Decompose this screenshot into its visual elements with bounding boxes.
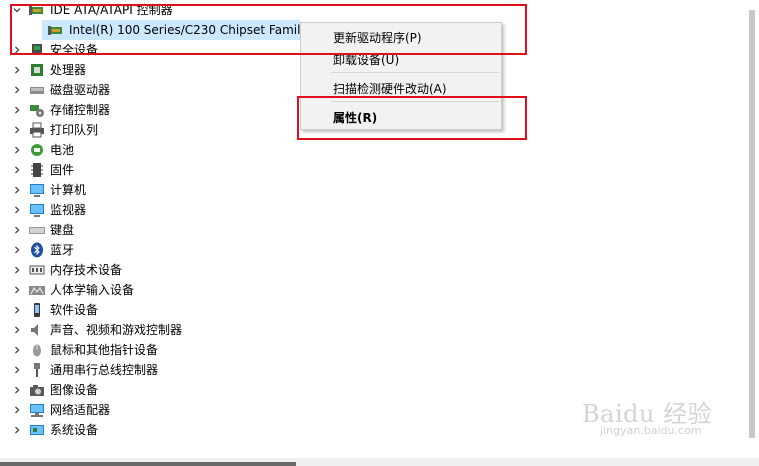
- chevron-right-icon[interactable]: [10, 160, 24, 180]
- tree-item-label: 网络适配器: [50, 403, 111, 417]
- chevron-down-icon[interactable]: [10, 0, 24, 20]
- tree-item-label: 人体学输入设备: [50, 283, 135, 297]
- tree-item-label: 软件设备: [50, 303, 99, 317]
- chevron-right-icon[interactable]: [10, 300, 24, 320]
- tree-item-label: IDE ATA/ATAPI 控制器: [50, 3, 173, 17]
- ide-controller-icon: [29, 2, 45, 18]
- horizontal-scrollbar[interactable]: [0, 458, 759, 466]
- usb-icon: [29, 362, 45, 378]
- disk-drive-icon: [29, 82, 45, 98]
- menu-separator: [331, 72, 499, 73]
- camera-icon: [29, 382, 45, 398]
- chevron-right-icon[interactable]: [10, 320, 24, 340]
- bluetooth-icon: [29, 242, 45, 258]
- security-device-icon: [29, 42, 45, 58]
- tree-item-label: 监视器: [50, 203, 87, 217]
- tree-item-label: 图像设备: [50, 383, 99, 397]
- menu-separator: [331, 101, 499, 102]
- tree-item-label: 系统设备: [50, 423, 99, 437]
- chevron-right-icon[interactable]: [10, 220, 24, 240]
- printer-icon: [29, 122, 45, 138]
- chevron-right-icon[interactable]: [10, 340, 24, 360]
- tree-item-label: 鼠标和其他指针设备: [50, 343, 159, 357]
- tree-item-batteries[interactable]: 电池: [0, 140, 740, 160]
- firmware-icon: [29, 162, 45, 178]
- menu-item-update-driver[interactable]: 更新驱动程序(P): [333, 29, 422, 46]
- software-device-icon: [29, 302, 45, 318]
- hid-icon: [29, 282, 45, 298]
- tree-item-label: Intel(R) 100 Series/C230 Chipset Family: [69, 23, 308, 37]
- tree-item-monitors[interactable]: 监视器: [0, 200, 740, 220]
- chevron-right-icon[interactable]: [10, 140, 24, 160]
- battery-icon: [29, 142, 45, 158]
- chevron-right-icon[interactable]: [10, 80, 24, 100]
- tree-item-keyboards[interactable]: 键盘: [0, 220, 740, 240]
- tree-item-sound-video-game[interactable]: 声音、视频和游戏控制器: [0, 320, 740, 340]
- tree-item-label: 电池: [50, 143, 75, 157]
- scrollbar-thumb[interactable]: [749, 10, 755, 438]
- tree-item-label: 存储控制器: [50, 103, 111, 117]
- storage-controller-icon: [29, 102, 45, 118]
- tree-item-label: 通用串行总线控制器: [50, 363, 159, 377]
- vertical-scrollbar[interactable]: [745, 0, 759, 442]
- menu-item-scan-hardware[interactable]: 扫描检测硬件改动(A): [333, 80, 447, 97]
- tree-item-intel-chipset[interactable]: Intel(R) 100 Series/C230 Chipset Family: [42, 20, 308, 40]
- tree-item-software-devices[interactable]: 软件设备: [0, 300, 740, 320]
- chevron-right-icon[interactable]: [10, 420, 24, 440]
- tree-item-mice[interactable]: 鼠标和其他指针设备: [0, 340, 740, 360]
- tree-item-label: 计算机: [50, 183, 87, 197]
- chevron-right-icon[interactable]: [10, 40, 24, 60]
- chevron-right-icon[interactable]: [10, 200, 24, 220]
- tree-item-label: 键盘: [50, 223, 75, 237]
- tree-item-bluetooth[interactable]: 蓝牙: [0, 240, 740, 260]
- menu-item-properties[interactable]: 属性(R): [333, 109, 377, 126]
- chevron-right-icon[interactable]: [10, 260, 24, 280]
- tree-item-label: 处理器: [50, 63, 87, 77]
- tree-item-firmware[interactable]: 固件: [0, 160, 740, 180]
- network-adapter-icon: [29, 402, 45, 418]
- tree-item-hid[interactable]: 人体学输入设备: [0, 280, 740, 300]
- mouse-icon: [29, 342, 45, 358]
- chevron-right-icon[interactable]: [10, 60, 24, 80]
- watermark-url: jingyan.baidu.com: [600, 424, 702, 437]
- chevron-right-icon[interactable]: [10, 380, 24, 400]
- chevron-right-icon[interactable]: [10, 400, 24, 420]
- tree-item-ide-ata-atapi[interactable]: IDE ATA/ATAPI 控制器: [0, 0, 740, 20]
- chevron-right-icon[interactable]: [10, 180, 24, 200]
- tree-item-computer[interactable]: 计算机: [0, 180, 740, 200]
- keyboard-icon: [29, 222, 45, 238]
- tree-item-label: 内存技术设备: [50, 263, 123, 277]
- sound-icon: [29, 322, 45, 338]
- chevron-right-icon[interactable]: [10, 120, 24, 140]
- chevron-right-icon[interactable]: [10, 360, 24, 380]
- memory-icon: [29, 262, 45, 278]
- chevron-right-icon[interactable]: [10, 240, 24, 260]
- chip-icon: [48, 22, 64, 38]
- system-device-icon: [29, 422, 45, 438]
- processor-icon: [29, 62, 45, 78]
- monitor-icon: [29, 202, 45, 218]
- computer-icon: [29, 182, 45, 198]
- menu-item-uninstall-device[interactable]: 卸载设备(U): [333, 51, 399, 68]
- tree-item-label: 固件: [50, 163, 75, 177]
- tree-item-memory-tech[interactable]: 内存技术设备: [0, 260, 740, 280]
- tree-item-label: 磁盘驱动器: [50, 83, 111, 97]
- horizontal-scrollbar-thumb[interactable]: [0, 462, 296, 466]
- chevron-right-icon[interactable]: [10, 100, 24, 120]
- tree-item-label: 安全设备: [50, 43, 99, 57]
- context-menu: 更新驱动程序(P) 卸载设备(U) 扫描检测硬件改动(A) 属性(R): [300, 22, 502, 130]
- tree-item-label: 声音、视频和游戏控制器: [50, 323, 183, 337]
- tree-item-label: 打印队列: [50, 123, 99, 137]
- tree-item-label: 蓝牙: [50, 243, 75, 257]
- watermark: Baidu 经验 jingyan.baidu.com: [582, 394, 712, 437]
- chevron-right-icon[interactable]: [10, 280, 24, 300]
- tree-item-usb-controllers[interactable]: 通用串行总线控制器: [0, 360, 740, 380]
